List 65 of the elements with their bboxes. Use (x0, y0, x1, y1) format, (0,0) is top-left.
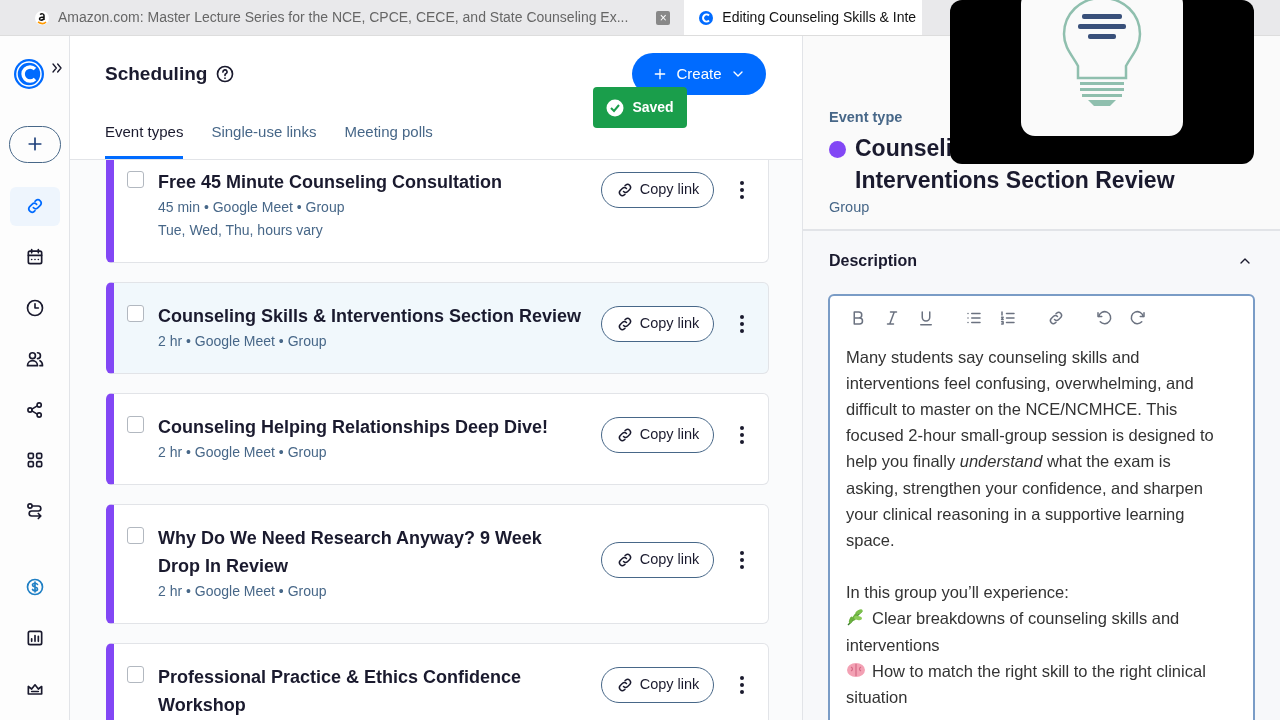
clock-icon (24, 297, 45, 318)
field-label: Event type (829, 108, 904, 127)
create-button[interactable]: Create (632, 53, 766, 95)
leaf-icon (846, 608, 866, 627)
kebab-icon (740, 425, 744, 444)
amazon-icon (34, 9, 50, 26)
app-logo-icon (698, 9, 715, 26)
checkbox[interactable] (127, 415, 144, 433)
info-icon (215, 64, 236, 84)
tab[interactable]: Single-use links (211, 121, 317, 159)
bullet-point: Clear breakdowns of counseling skills and interventions (846, 607, 1181, 656)
kebab-icon (740, 180, 744, 199)
kebab-icon (740, 550, 744, 569)
undo-icon (1095, 308, 1113, 327)
browser-tab[interactable]: Amazon.com: Master Lecture Series for the NCE, CPCE, CECE, and State Counseling Ex... × (0, 0, 685, 35)
description-text: In this group you’ll experience: (846, 582, 1070, 604)
event-title: Free 45 Minute Counseling Consultation (158, 170, 504, 194)
nodes-icon (24, 399, 45, 420)
event-color-dot (829, 140, 846, 158)
tab-title: Amazon.com: Master Lecture Series for the NCE, CPCE, CECE, and State Counseling Ex... (58, 8, 629, 27)
event-title: Why Do We Need Research Anyway? 9 Week Drop In Review (158, 526, 543, 578)
event-title: Counseling Helping Relationships Deep Dive! (158, 415, 550, 439)
event-type-card[interactable]: Free 45 Minute Counseling Consultation 45 min • Google Meet • Group Tue, Wed, Thu, hours vary Copy link (106, 159, 769, 263)
saved-toast: Saved (593, 87, 687, 128)
tab-close-button[interactable]: × (656, 10, 671, 25)
checkbox[interactable] (127, 304, 144, 322)
event-title: Interventions Section Review (855, 166, 1175, 193)
redo-icon (1129, 308, 1147, 327)
copy-link-button[interactable]: Copy link (601, 541, 714, 578)
description-paragraph: Many students say counseling skills and interventions feel confusing, overwhelming, and difficult to master on the NCE/NCMHCE. This focused 2-hour small-group session is designed to help you finally understand what the exam is asking, strengthen your confidence, and sharpen your clinical reasoning in a supportive learning space. (846, 346, 1215, 551)
event-details: 2 hr • Google Meet • Group (158, 442, 328, 462)
dollar-icon (24, 577, 45, 598)
tab-title: Editing Counseling Skills & Inte (722, 8, 917, 27)
check-icon (606, 98, 625, 117)
event-details: Tue, Wed, Thu, hours vary (158, 220, 324, 240)
numbered-list-icon (999, 308, 1017, 327)
app-logo-icon (12, 58, 45, 90)
event-details: 2 hr • Google Meet • Group (158, 581, 328, 601)
browser-tab[interactable]: Editing Counseling Skills & Inte (684, 0, 923, 35)
checkbox[interactable] (127, 526, 144, 544)
bullet-point: How to match the right skill to the right clinical situation (846, 659, 1207, 708)
copy-link-button[interactable]: Copy link (601, 305, 714, 342)
tab[interactable]: Meeting polls (344, 121, 433, 159)
page-title: Scheduling (105, 61, 208, 86)
event-title: Counseling Skills & Interventions Section Review (158, 304, 583, 328)
underline-icon (917, 308, 935, 327)
section-heading: Description (829, 250, 917, 271)
description-editor[interactable] (828, 293, 1255, 720)
checkbox[interactable] (127, 170, 144, 188)
event-kind: Group (829, 197, 871, 217)
kebab-icon (740, 314, 744, 333)
event-details: 45 min • Google Meet • Group (158, 197, 346, 217)
copy-link-button[interactable]: Copy link (601, 666, 714, 703)
route-icon (24, 501, 45, 522)
copy-link-button[interactable]: Copy link (601, 416, 714, 453)
event-type-card[interactable]: Why Do We Need Research Anyway? 9 Week Drop In Review 2 hr • Google Meet • Group Copy link (106, 503, 769, 624)
kebab-icon (740, 675, 744, 694)
event-type-card[interactable]: Professional Practice & Ethics Confidence Workshop Copy link (106, 642, 769, 720)
event-type-card[interactable]: Counseling Helping Relationships Deep Dive! 2 hr • Google Meet • Group Copy link (106, 392, 769, 485)
brain-icon (846, 660, 866, 679)
copy-link-button[interactable]: Copy link (601, 171, 714, 208)
event-type-card[interactable]: Counseling Skills & Interventions Section Review 2 hr • Google Meet • Group Copy link (106, 281, 769, 374)
event-details: 2 hr • Google Meet • Group (158, 331, 328, 351)
checkbox[interactable] (127, 665, 144, 683)
event-title: Professional Practice & Ethics Confidence Workshop (158, 665, 523, 717)
